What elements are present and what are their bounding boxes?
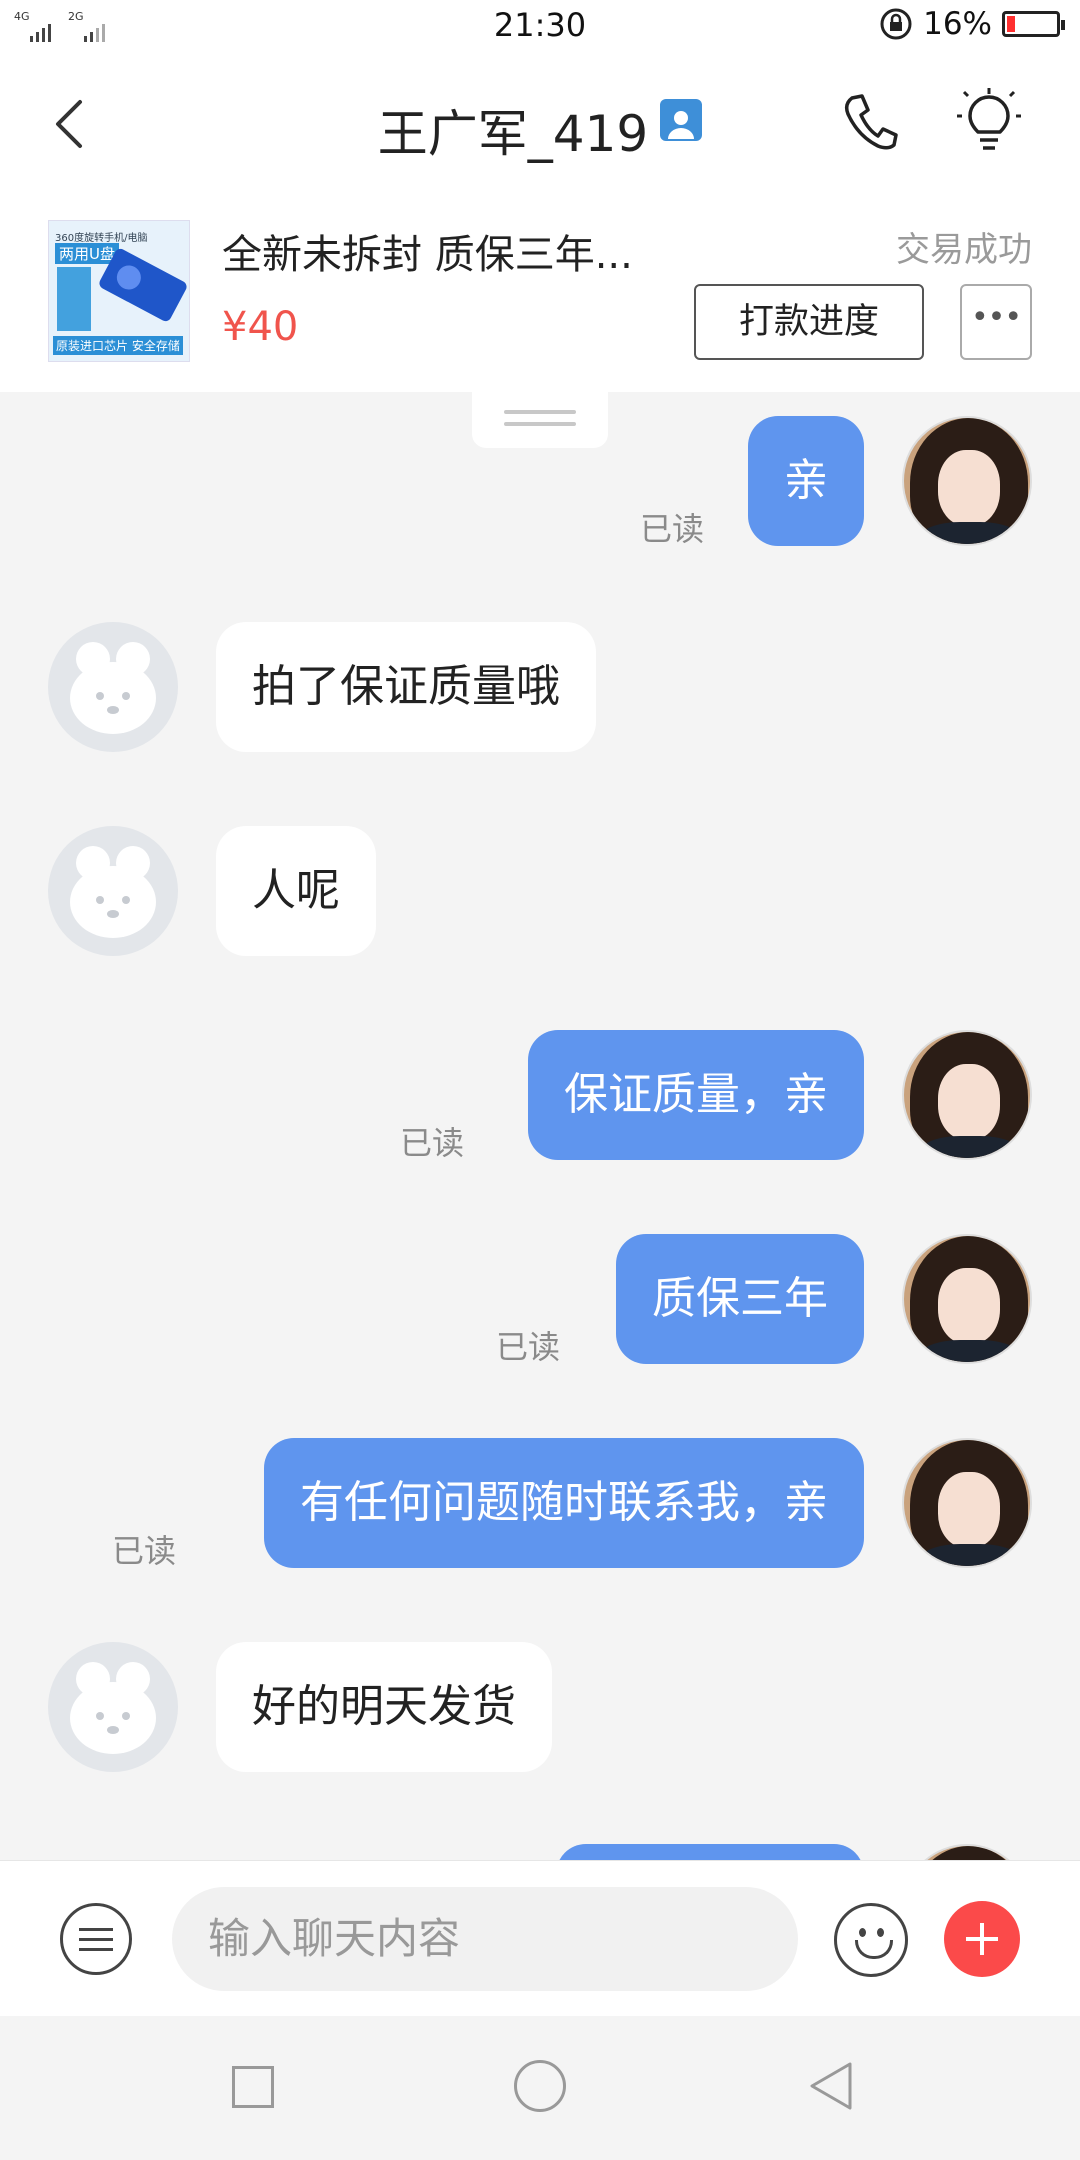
square-icon[interactable] bbox=[232, 2066, 274, 2108]
chat-input-bar: 输入聊天内容 bbox=[0, 1860, 1080, 2017]
payment-progress-button[interactable]: 打款进度 bbox=[694, 284, 924, 360]
my-avatar[interactable] bbox=[902, 416, 1032, 546]
my-avatar[interactable] bbox=[902, 1030, 1032, 1160]
emoji-icon[interactable] bbox=[834, 1903, 908, 1977]
product-title[interactable]: 全新未拆封 质保三年... bbox=[222, 222, 633, 280]
message-bubble-outgoing[interactable]: 质保三年 bbox=[616, 1234, 864, 1364]
thumb-caption: 360度旋转手机/电脑 bbox=[55, 233, 148, 244]
triangle-back-icon[interactable] bbox=[806, 2060, 856, 2112]
battery-icon bbox=[1002, 11, 1065, 37]
thumb-footer: 原装进口芯片 安全存储 bbox=[53, 336, 183, 355]
message-list[interactable]: 亲 已读 拍了保证质量哦 人呢 保证质量，亲 已读 质保三年 已读 有任何问题随… bbox=[0, 392, 1080, 1860]
battery-level bbox=[1007, 16, 1016, 32]
circle-icon[interactable] bbox=[514, 2060, 566, 2112]
trade-status: 交易成功 bbox=[896, 230, 1032, 270]
my-avatar[interactable] bbox=[902, 1844, 1032, 1860]
message-bubble-incoming[interactable]: 好的明天发货 bbox=[216, 1642, 552, 1772]
chat-header: 王广军_419 bbox=[0, 56, 1080, 192]
plus-icon[interactable] bbox=[944, 1901, 1020, 1977]
thumb-package bbox=[57, 267, 91, 331]
contact-avatar[interactable] bbox=[48, 826, 178, 956]
lightbulb-icon[interactable] bbox=[956, 86, 1022, 156]
pull-down-handle[interactable] bbox=[472, 392, 608, 448]
user-profile-icon[interactable] bbox=[660, 99, 703, 141]
read-receipt: 已读 bbox=[112, 1532, 177, 1570]
contact-avatar[interactable] bbox=[48, 622, 178, 752]
message-bubble-incoming[interactable]: 人呢 bbox=[216, 826, 376, 956]
message-bubble-outgoing-partial[interactable] bbox=[556, 1844, 864, 1860]
usb-drive-image bbox=[97, 246, 189, 324]
read-receipt: 已读 bbox=[400, 1124, 465, 1162]
rotation-lock-icon bbox=[880, 8, 912, 40]
page-title: 王广军_419 bbox=[0, 94, 1080, 166]
my-avatar[interactable] bbox=[902, 1234, 1032, 1364]
message-bubble-outgoing[interactable]: 保证质量，亲 bbox=[528, 1030, 864, 1160]
status-bar: 4G 2G 21:30 16% bbox=[0, 0, 1080, 56]
status-right: 16% bbox=[879, 6, 1065, 42]
my-avatar[interactable] bbox=[902, 1438, 1032, 1568]
battery-percent: 16% bbox=[923, 6, 992, 42]
system-navigation-bar bbox=[0, 2016, 1080, 2160]
contact-name: 王广军_419 bbox=[377, 105, 649, 163]
contact-avatar[interactable] bbox=[48, 1642, 178, 1772]
menu-icon[interactable] bbox=[60, 1903, 132, 1975]
product-card[interactable]: 360度旋转手机/电脑 两用U盘 原装进口芯片 安全存储 全新未拆封 质保三年.… bbox=[0, 192, 1080, 392]
message-bubble-incoming[interactable]: 拍了保证质量哦 bbox=[216, 622, 596, 752]
more-options-button[interactable]: ••• bbox=[960, 284, 1032, 360]
message-bubble-outgoing[interactable]: 有任何问题随时联系我，亲 bbox=[264, 1438, 864, 1568]
product-thumbnail[interactable]: 360度旋转手机/电脑 两用U盘 原装进口芯片 安全存储 bbox=[48, 220, 190, 362]
read-receipt: 已读 bbox=[640, 510, 705, 548]
phone-icon[interactable] bbox=[838, 90, 902, 154]
message-bubble-outgoing[interactable]: 亲 bbox=[748, 416, 864, 546]
read-receipt: 已读 bbox=[496, 1328, 561, 1366]
message-input[interactable]: 输入聊天内容 bbox=[172, 1887, 798, 1991]
product-price: ¥40 bbox=[222, 304, 299, 350]
